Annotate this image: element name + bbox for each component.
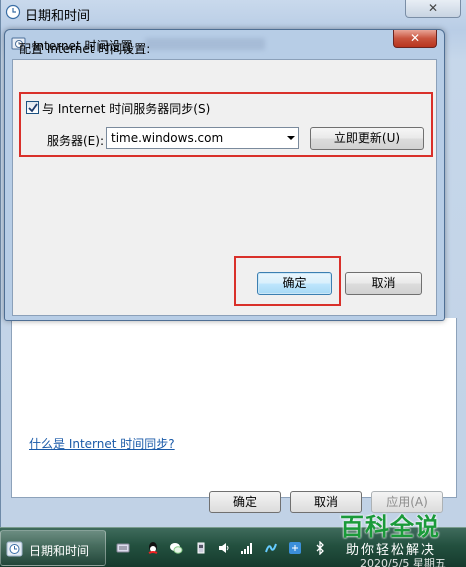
usb-icon[interactable] (194, 541, 208, 555)
clock-icon (5, 4, 21, 20)
watermark-subtitle: 助你轻松解决 (346, 543, 437, 558)
sync-checkbox-label[interactable]: 与 Internet 时间服务器同步(S) (42, 100, 210, 117)
network-icon[interactable] (264, 541, 278, 555)
outer-window-title: 日期和时间 (25, 9, 91, 24)
volume-icon[interactable] (217, 541, 231, 555)
outer-content-panel (11, 318, 457, 498)
app-icon[interactable] (288, 541, 302, 555)
close-icon: ✕ (427, 1, 439, 15)
dropdown-arrow-icon[interactable] (287, 136, 295, 140)
bluetooth-icon[interactable] (313, 541, 327, 555)
taskbar-item-date-time[interactable]: 日期和时间 (0, 530, 106, 566)
checkmark-icon (28, 103, 38, 113)
outer-close-button[interactable]: ✕ (405, 0, 461, 18)
taskbar-item-label: 日期和时间 (29, 544, 90, 558)
outer-title-bar: 日期和时间 (1, 0, 466, 26)
sync-checkbox[interactable] (26, 101, 39, 114)
dialog-close-button[interactable]: ✕ (393, 30, 437, 48)
clock-icon (6, 541, 23, 557)
section-label: 配置 Internet 时间设置: (19, 42, 151, 56)
watermark: 百科全说 助你轻松解决 (336, 507, 458, 558)
dialog-cancel-button[interactable]: 取消 (345, 272, 422, 295)
qq-icon[interactable] (146, 541, 160, 555)
keyboard-icon[interactable] (116, 541, 130, 555)
update-now-button[interactable]: 立即更新(U) (310, 127, 424, 150)
close-icon: ✕ (409, 31, 421, 45)
internet-time-help-link[interactable]: 什么是 Internet 时间同步? (29, 435, 175, 452)
wechat-icon[interactable] (169, 541, 183, 555)
server-combobox[interactable]: time.windows.com (106, 127, 299, 149)
server-label: 服务器(E): (47, 134, 104, 148)
server-value: time.windows.com (111, 131, 224, 145)
dialog-ok-button[interactable]: 确定 (257, 272, 332, 295)
signal-icon[interactable] (240, 541, 254, 555)
watermark-title: 百科全说 (340, 513, 440, 541)
outer-ok-button[interactable]: 确定 (209, 491, 281, 513)
blurred-background-text (145, 38, 265, 50)
